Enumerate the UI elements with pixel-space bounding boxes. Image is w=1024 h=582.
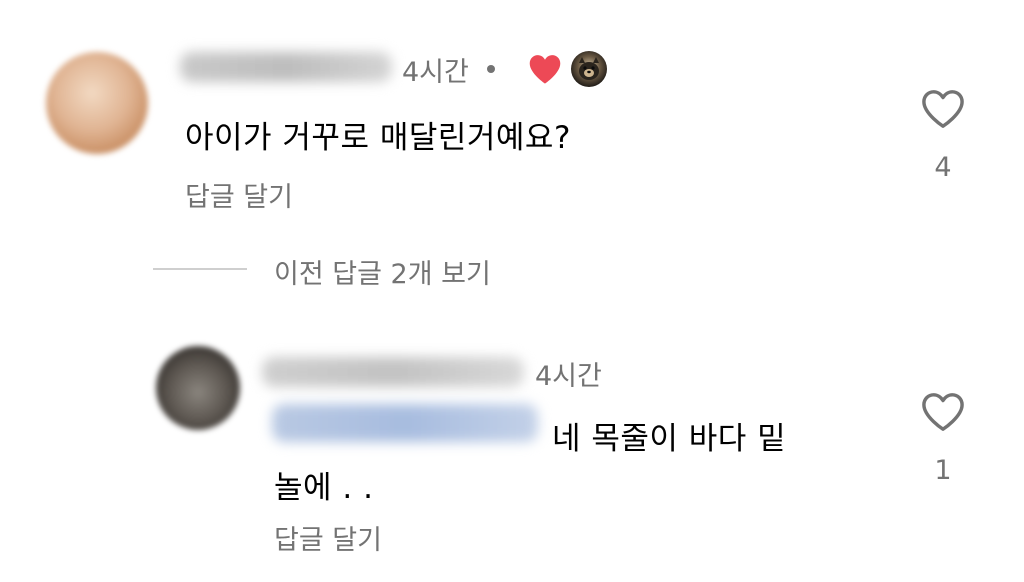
separator-dot	[487, 65, 495, 73]
author-avatar-mini	[571, 51, 607, 87]
comment-timestamp: 4시간	[402, 57, 469, 88]
reply-button[interactable]: 답글 달기	[185, 175, 293, 214]
commenter-username-blurred[interactable]	[180, 52, 392, 82]
comments-panel: 4시간 아이가 거꾸로 매달린거예요? 답글 달기 4 이전 답글 2개 보기 …	[0, 0, 1024, 582]
comment-text: 아이가 거꾸로 매달린거예요?	[185, 120, 571, 156]
mention-blurred[interactable]	[272, 404, 538, 442]
like-heart-icon[interactable]	[920, 88, 966, 130]
reply-text-line2: 놀에 . .	[274, 470, 374, 506]
reply-reply-button[interactable]: 답글 달기	[274, 518, 382, 557]
commenter-avatar[interactable]	[46, 52, 148, 154]
comment-like-count: 4	[934, 152, 952, 183]
author-liked-heart-icon	[529, 55, 561, 84]
thread-line	[153, 268, 247, 270]
reply-timestamp: 4시간	[535, 361, 602, 392]
like-heart-icon[interactable]	[920, 391, 966, 433]
reply-text-line1: 네 목줄이 바다 밑	[552, 421, 787, 457]
view-previous-replies-button[interactable]: 이전 답글 2개 보기	[274, 252, 491, 291]
reply-like-count: 1	[934, 455, 952, 486]
replier-username-blurred[interactable]	[262, 357, 524, 387]
replier-avatar[interactable]	[156, 346, 240, 430]
